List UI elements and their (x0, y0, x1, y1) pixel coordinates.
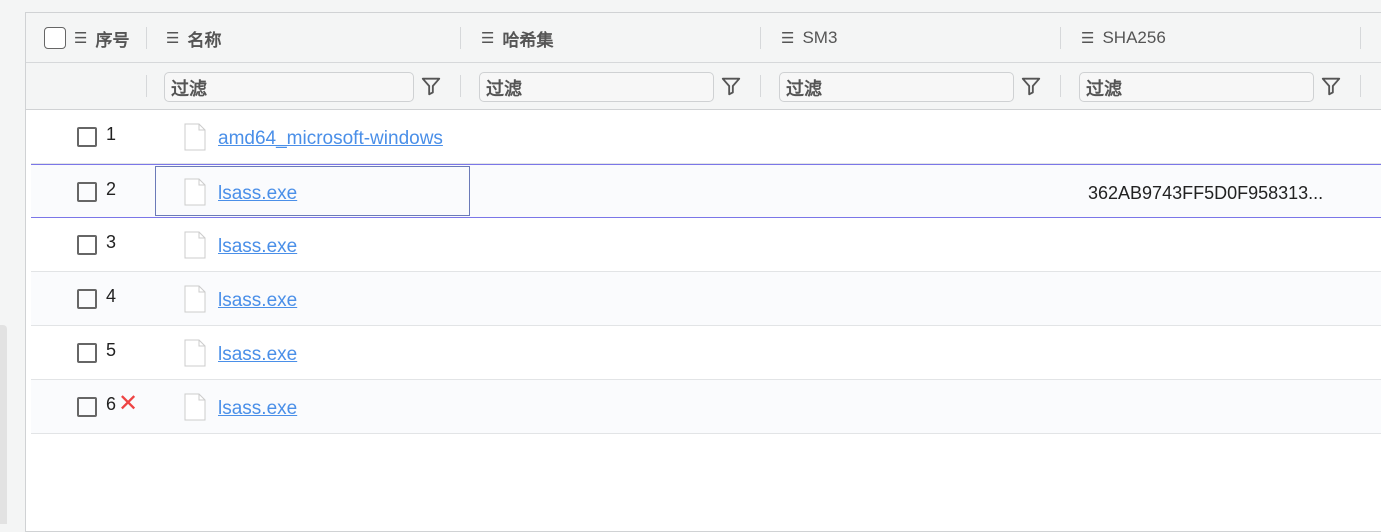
table-row[interactable]: 4 lsass.exe (31, 272, 1381, 326)
list-icon: ☰ (481, 30, 495, 47)
divider (146, 75, 147, 97)
divider[interactable] (1060, 27, 1061, 49)
header-name[interactable]: ☰ 名称 (166, 13, 221, 63)
list-icon: ☰ (1081, 30, 1095, 47)
table-row[interactable]: 6 ✕ lsass.exe (31, 380, 1381, 434)
row-index: 2 (106, 179, 117, 199)
file-link[interactable]: lsass.exe (218, 344, 297, 366)
row-checkbox[interactable] (77, 182, 97, 202)
row-index: 6 (106, 394, 117, 414)
row-checkbox[interactable] (77, 235, 97, 255)
divider (1060, 75, 1061, 97)
file-link[interactable]: lsass.exe (218, 290, 297, 312)
table-row[interactable]: 1 amd64_microsoft-windows (31, 110, 1381, 164)
filter-icon[interactable] (1320, 75, 1342, 97)
header-index[interactable]: ☰ 序号 (44, 13, 129, 63)
row-index: 3 (106, 232, 117, 252)
filter-icon[interactable] (720, 75, 742, 97)
header-label: 哈希集 (502, 30, 554, 50)
file-icon (184, 393, 206, 421)
divider (460, 75, 461, 97)
header-label: 名称 (187, 30, 222, 50)
file-icon (184, 285, 206, 313)
table-row[interactable]: 5 lsass.exe (31, 326, 1381, 380)
file-table: ☰ 序号 ☰ 名称 ☰ 哈希集 ☰ SM3 ☰ SHA256 过滤 过滤 过滤 过滤 1 … (25, 12, 1381, 532)
filter-icon[interactable] (420, 75, 442, 97)
header-label: SM3 (802, 28, 838, 47)
row-index: 4 (106, 286, 117, 306)
list-icon: ☰ (74, 30, 88, 47)
file-icon (184, 231, 206, 259)
filter-row: 过滤 过滤 过滤 过滤 (26, 63, 1381, 110)
sm3-filter-input[interactable]: 过滤 (779, 72, 1014, 102)
side-scrollbar[interactable] (0, 325, 7, 524)
table-row[interactable]: 2 lsass.exe 362AB9743FF5D0F958313... (31, 164, 1381, 218)
divider[interactable] (760, 27, 761, 49)
row-checkbox[interactable] (77, 289, 97, 309)
header-label: SHA256 (1102, 28, 1166, 47)
row-checkbox[interactable] (77, 127, 97, 147)
sha256-value: 362AB9743FF5D0F958313... (1088, 183, 1324, 203)
header-sm3[interactable]: ☰ SM3 (781, 13, 837, 63)
name-filter-input[interactable]: 过滤 (164, 72, 414, 102)
file-icon (184, 178, 206, 206)
filter-icon[interactable] (1020, 75, 1042, 97)
header-sha256[interactable]: ☰ SHA256 (1081, 13, 1166, 63)
divider (1360, 75, 1361, 97)
sha256-filter-input[interactable]: 过滤 (1079, 72, 1314, 102)
hashset-filter-input[interactable]: 过滤 (479, 72, 714, 102)
file-link[interactable]: lsass.exe (218, 183, 297, 205)
divider[interactable] (460, 27, 461, 49)
file-icon (184, 123, 206, 151)
table-row[interactable]: 3 lsass.exe (31, 218, 1381, 272)
error-x-icon: ✕ (118, 390, 139, 417)
row-checkbox[interactable] (77, 397, 97, 417)
file-link[interactable]: lsass.exe (218, 398, 297, 420)
divider (760, 75, 761, 97)
header-hashset[interactable]: ☰ 哈希集 (481, 13, 553, 63)
header-label: 序号 (95, 30, 130, 50)
list-icon: ☰ (166, 30, 180, 47)
select-all-checkbox[interactable] (44, 27, 66, 49)
row-index: 5 (106, 340, 117, 360)
file-icon (184, 339, 206, 367)
divider[interactable] (1360, 27, 1361, 49)
file-link[interactable]: amd64_microsoft-windows (218, 128, 443, 150)
row-checkbox[interactable] (77, 343, 97, 363)
table-header: ☰ 序号 ☰ 名称 ☰ 哈希集 ☰ SM3 ☰ SHA256 (26, 13, 1381, 63)
list-icon: ☰ (781, 30, 795, 47)
row-index: 1 (106, 124, 117, 144)
file-link[interactable]: lsass.exe (218, 236, 297, 258)
divider[interactable] (146, 27, 147, 49)
